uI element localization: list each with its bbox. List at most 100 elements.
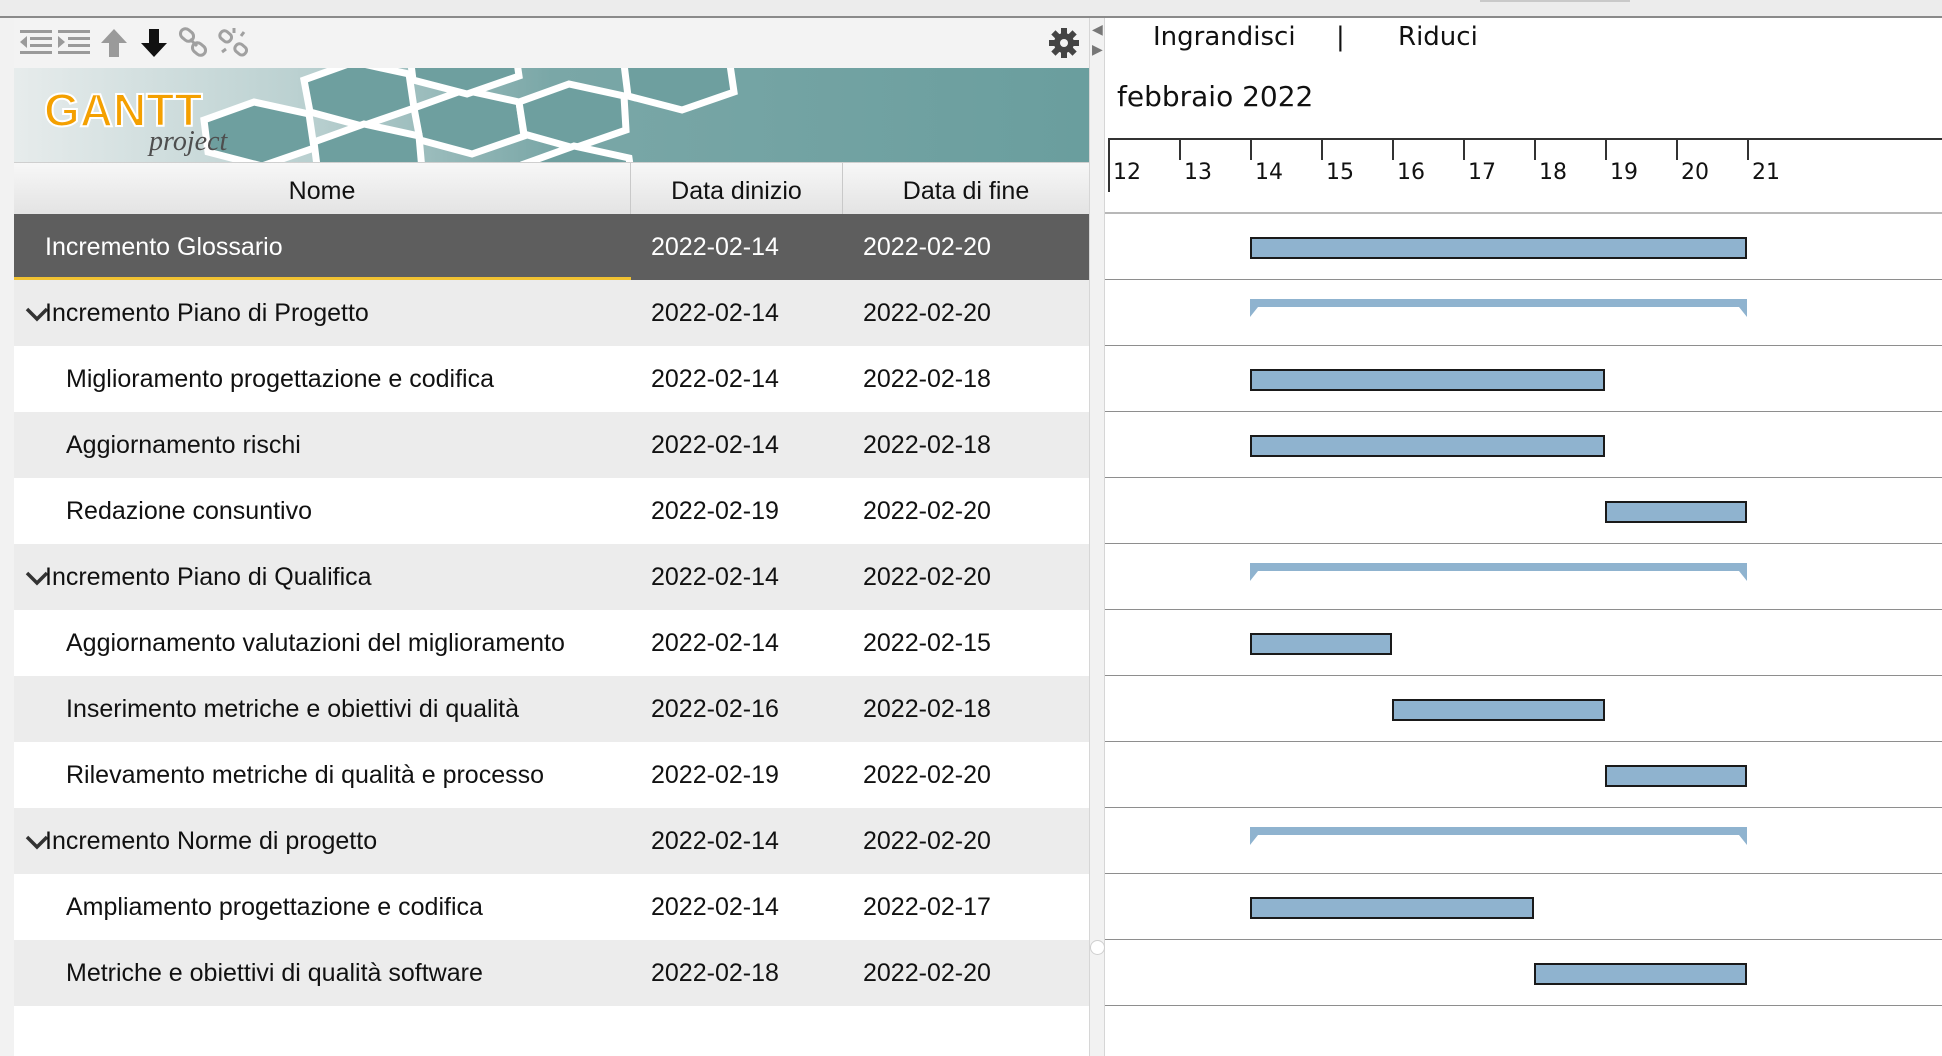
task-bar[interactable] [1250,435,1605,457]
task-end-date: 2022-02-18 [863,695,991,723]
day-tick [1179,140,1181,160]
task-name: Incremento Norme di progetto [45,827,378,855]
task-bar[interactable] [1250,633,1392,655]
task-end-date: 2022-02-20 [863,299,991,327]
task-name: Incremento Piano di Progetto [45,299,369,327]
day-tick [1676,140,1678,160]
task-row[interactable]: Aggiornamento rischi 2022-02-14 2022-02-18 [14,412,1089,478]
chart-row [1105,412,1942,478]
task-end-date: 2022-02-20 [863,761,991,789]
task-name: Incremento Glossario [45,233,283,261]
task-start-date: 2022-02-14 [651,365,779,393]
task-bar[interactable] [1605,501,1747,523]
chart-row [1105,544,1942,610]
task-name: Redazione consuntivo [66,497,312,525]
task-name: Ampliamento progettazione e codifica [66,893,483,921]
task-bar[interactable] [1534,963,1747,985]
task-end-date: 2022-02-17 [863,893,991,921]
task-end-date: 2022-02-20 [863,497,991,525]
collapse-right-icon[interactable]: ▶ [1092,42,1103,56]
task-row[interactable]: Rilevamento metriche di qualità e proces… [14,742,1089,808]
column-header-start[interactable]: Data dinizio [631,163,843,215]
task-end-date: 2022-02-15 [863,629,991,657]
day-label: 19 [1610,160,1638,185]
indent-button[interactable] [54,24,94,62]
unindent-button[interactable] [16,24,56,62]
column-header-end[interactable]: Data di fine [843,163,1089,215]
task-name: Rilevamento metriche di qualità e proces… [66,761,545,789]
task-bar[interactable] [1392,699,1605,721]
settings-button[interactable] [1044,24,1084,62]
arrow-up-icon [101,29,127,57]
unlink-button[interactable] [214,24,254,62]
task-row[interactable]: Redazione consuntivo 2022-02-19 2022-02-20 [14,478,1089,544]
day-tick [1463,140,1465,160]
gantt-chart-area[interactable] [1105,214,1942,1056]
task-bar[interactable] [1250,369,1605,391]
task-start-date: 2022-02-18 [651,959,779,987]
task-name: Inserimento metriche e obiettivi di qual… [66,695,520,723]
task-end-date: 2022-02-20 [863,827,991,855]
zoom-in-link[interactable]: Ingrandisci [1153,22,1296,52]
task-row[interactable]: Incremento Piano di Qualifica 2022-02-14 2… [14,544,1089,610]
day-tick [1747,140,1749,160]
chart-row [1105,874,1942,940]
splitter-handle[interactable] [1090,940,1105,955]
day-label: 17 [1468,160,1496,185]
day-label: 13 [1184,160,1212,185]
pane-splitter[interactable] [1089,18,1105,1056]
task-name: Metriche e obiettivi di qualità software [66,959,483,987]
day-label: 20 [1681,160,1709,185]
link-icon [178,27,208,57]
summary-bar[interactable] [1250,827,1747,847]
move-up-button[interactable] [94,24,134,62]
arrow-down-icon [141,29,167,57]
task-row[interactable]: Miglioramento progettazione e codifica 20… [14,346,1089,412]
day-label: 18 [1539,160,1567,185]
task-bar[interactable] [1250,237,1747,259]
zoom-out-link[interactable]: Riduci [1398,22,1478,52]
day-tick [1392,140,1394,160]
chart-row [1105,676,1942,742]
task-table: Incremento Glossario 2022-02-14 2022-02-20… [14,214,1089,1006]
summary-bar[interactable] [1250,299,1747,319]
gear-icon [1049,28,1079,58]
task-start-date: 2022-02-14 [651,233,779,261]
task-name: Miglioramento progettazione e codifica [66,365,495,393]
link-button[interactable] [174,24,214,62]
day-tick [1250,140,1252,160]
left-edge [0,18,15,1056]
task-bar[interactable] [1250,897,1534,919]
table-header: Nome Data dinizio Data di fine [14,162,1089,216]
day-label: 16 [1397,160,1425,185]
summary-bar[interactable] [1250,563,1747,583]
task-row[interactable]: Incremento Glossario 2022-02-14 2022-02-20 [14,214,1089,280]
chart-row [1105,346,1942,412]
task-end-date: 2022-02-20 [863,233,991,261]
task-row[interactable]: Aggiornamento valutazioni del migliorame… [14,610,1089,676]
day-tick [1534,140,1536,160]
task-start-date: 2022-02-14 [651,563,779,591]
logo-subtext: project [147,126,228,157]
task-start-date: 2022-02-19 [651,497,779,525]
column-header-name[interactable]: Nome [14,163,631,215]
ganttproject-banner: GANTT project [14,68,1089,162]
chart-row [1105,214,1942,280]
chart-row [1105,280,1942,346]
task-row[interactable]: Metriche e obiettivi di qualità software… [14,940,1089,1006]
task-toolbar [14,18,1099,68]
task-start-date: 2022-02-14 [651,431,779,459]
move-down-button[interactable] [134,24,174,62]
task-end-date: 2022-02-18 [863,431,991,459]
indent-icon [58,30,90,54]
task-row[interactable]: Ampliamento progettazione e codifica 2022… [14,874,1089,940]
day-label: 14 [1255,160,1283,185]
chart-row [1105,610,1942,676]
chart-row [1105,478,1942,544]
task-row[interactable]: Inserimento metriche e obiettivi di qual… [14,676,1089,742]
collapse-left-icon[interactable]: ◀ [1092,22,1103,36]
task-start-date: 2022-02-14 [651,893,779,921]
task-row[interactable]: Incremento Piano di Progetto 2022-02-14 20… [14,280,1089,346]
task-row[interactable]: Incremento Norme di progetto 2022-02-14 20… [14,808,1089,874]
task-bar[interactable] [1605,765,1747,787]
